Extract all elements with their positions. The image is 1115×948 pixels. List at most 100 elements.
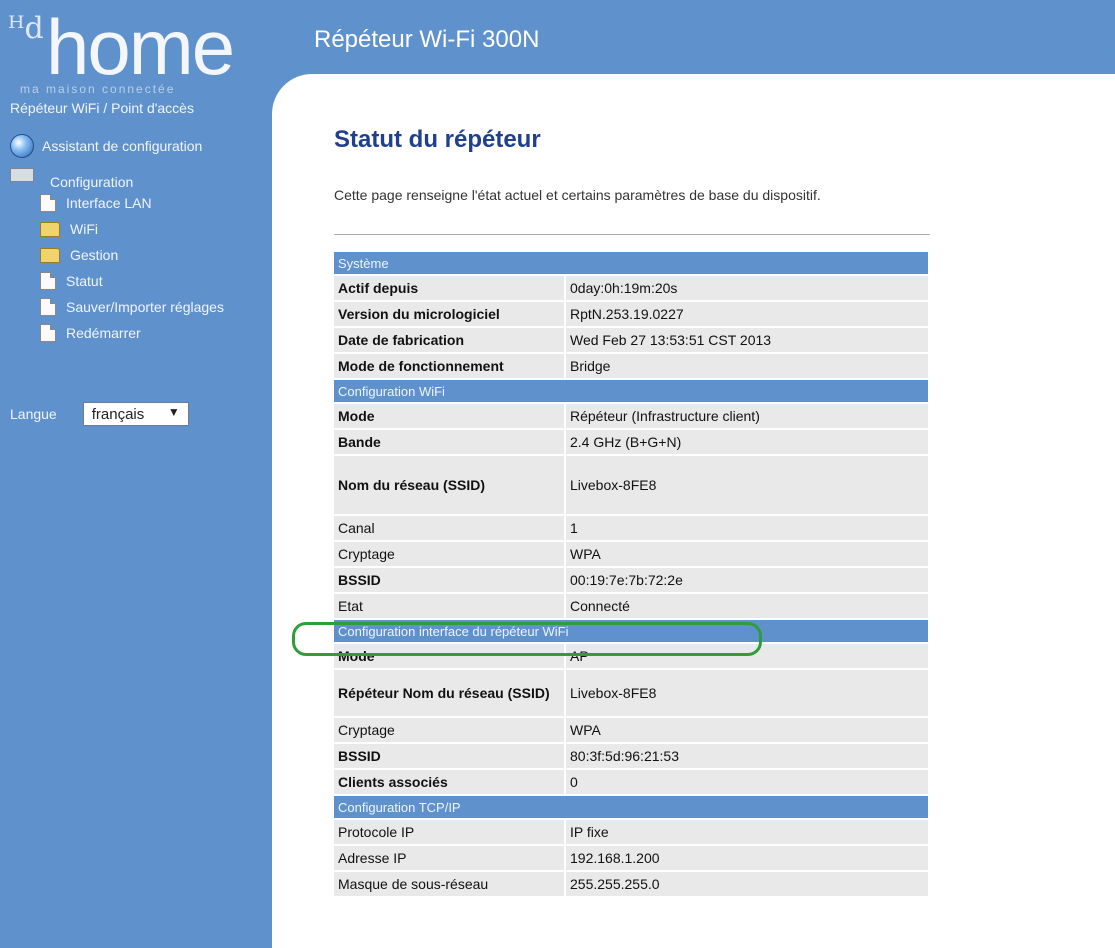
row-label: BSSID — [334, 743, 565, 770]
language-select[interactable]: français ▼ — [82, 402, 189, 426]
status-table: Système Actif depuis 0day:0h:19m:20s Ver… — [334, 252, 928, 898]
section-header-system: Système — [334, 252, 928, 276]
row-label: Cryptage — [334, 717, 565, 744]
nav-wizard[interactable]: Assistant de configuration — [10, 134, 202, 158]
globe-icon — [10, 134, 34, 158]
language-label: Langue — [10, 406, 57, 422]
row-value: 00:19:7e:7b:72:2e — [564, 567, 928, 594]
row-value: 255.255.255.0 — [564, 871, 928, 898]
table-row: Répéteur Nom du réseau (SSID) Livebox-8F… — [334, 669, 928, 718]
row-label: Version du micrologiciel — [334, 301, 565, 328]
table-row: Protocole IP IP fixe — [334, 819, 928, 846]
row-value: Livebox-8FE8 — [564, 669, 928, 718]
sidebar-item-label: Statut — [66, 273, 103, 289]
logo-text: home — [46, 3, 235, 91]
open-folder-icon — [10, 168, 34, 183]
table-row: Version du micrologiciel RptN.253.19.022… — [334, 301, 928, 328]
row-value: 80:3f:5d:96:21:53 — [564, 743, 928, 770]
sidebar-item-label: Sauver/Importer réglages — [66, 299, 224, 315]
logo-prefix: ᴴd — [8, 11, 44, 46]
section-title: Configuration WiFi — [334, 379, 928, 404]
table-row: Nom du réseau (SSID) Livebox-8FE8 — [334, 455, 928, 516]
row-label: Mode — [334, 403, 565, 430]
sidebar-item-wifi[interactable]: WiFi — [40, 216, 224, 242]
table-row: Actif depuis 0day:0h:19m:20s — [334, 275, 928, 302]
row-label: Nom du réseau (SSID) — [334, 455, 565, 516]
page-icon — [40, 272, 56, 290]
sidebar-item-label: Redémarrer — [66, 325, 141, 341]
sidebar-item-statut[interactable]: Statut — [40, 268, 224, 294]
sidebar-item-label: WiFi — [70, 221, 98, 237]
row-value: 192.168.1.200 — [564, 845, 928, 872]
sidebar-item-interface-lan[interactable]: Interface LAN — [40, 190, 224, 216]
table-row-state: Etat Connecté — [334, 593, 928, 620]
row-value: Répéteur (Infrastructure client) — [564, 403, 928, 430]
table-row: Date de fabrication Wed Feb 27 13:53:51 … — [334, 327, 928, 354]
page-icon — [40, 324, 56, 342]
table-row: Mode Répéteur (Infrastructure client) — [334, 403, 928, 430]
row-label: Mode de fonctionnement — [334, 353, 565, 380]
nav-wizard-label: Assistant de configuration — [42, 138, 203, 154]
section-title: Configuration TCP/IP — [334, 795, 928, 820]
nav-configuration[interactable]: Configuration — [10, 166, 250, 190]
section-header-tcpip: Configuration TCP/IP — [334, 795, 928, 820]
table-row: Canal 1 — [334, 515, 928, 542]
row-label: Canal — [334, 515, 565, 542]
header-corner-right — [1085, 0, 1115, 74]
row-value: 0 — [564, 769, 928, 796]
table-row: Bande 2.4 GHz (B+G+N) — [334, 429, 928, 456]
sidebar-item-redemarrer[interactable]: Redémarrer — [40, 320, 224, 346]
sidebar-item-gestion[interactable]: Gestion — [40, 242, 224, 268]
row-label: Bande — [334, 429, 565, 456]
table-row: Clients associés 0 — [334, 769, 928, 796]
header-corner — [272, 74, 312, 114]
row-label: Clients associés — [334, 769, 565, 796]
folder-icon — [40, 247, 60, 263]
row-value: Wed Feb 27 13:53:51 CST 2013 — [564, 327, 928, 354]
row-value: WPA — [564, 717, 928, 744]
row-label: Masque de sous-réseau — [334, 871, 565, 898]
config-tree: Interface LAN WiFi Gestion Statut Sauver… — [40, 190, 224, 346]
row-value: 2.4 GHz (B+G+N) — [564, 429, 928, 456]
language-value: français — [91, 405, 145, 423]
divider — [334, 234, 930, 235]
sidebar-item-label: Interface LAN — [66, 195, 152, 211]
row-label: Cryptage — [334, 541, 565, 568]
sidebar-item-sauver-importer[interactable]: Sauver/Importer réglages — [40, 294, 224, 320]
row-label: Protocole IP — [334, 819, 565, 846]
table-row: Masque de sous-réseau 255.255.255.0 — [334, 871, 928, 898]
row-label: Etat — [334, 593, 565, 620]
row-value: WPA — [564, 541, 928, 568]
row-value: Bridge — [564, 353, 928, 380]
row-label: Date de fabrication — [334, 327, 565, 354]
language-selector: Langue français ▼ — [10, 402, 189, 426]
row-label: BSSID — [334, 567, 565, 594]
folder-icon — [40, 221, 60, 237]
table-row: Cryptage WPA — [334, 541, 928, 568]
row-value: Livebox-8FE8 — [564, 455, 928, 516]
section-header-wifi: Configuration WiFi — [334, 379, 928, 404]
sidebar: ᴴd home ma maison connectée Répéteur WiF… — [0, 0, 272, 948]
row-value: IP fixe — [564, 819, 928, 846]
row-label: Adresse IP — [334, 845, 565, 872]
sidebar-item-label: Gestion — [70, 247, 119, 263]
table-row: Adresse IP 192.168.1.200 — [334, 845, 928, 872]
chevron-down-icon: ▼ — [167, 405, 180, 419]
row-value: RptN.253.19.0227 — [564, 301, 928, 328]
header-title: Répéteur Wi-Fi 300N — [314, 26, 540, 53]
table-row: BSSID 00:19:7e:7b:72:2e — [334, 567, 928, 594]
table-row: Cryptage WPA — [334, 717, 928, 744]
row-value: 1 — [564, 515, 928, 542]
page-intro: Cette page renseigne l'état actuel et ce… — [334, 187, 821, 203]
row-value: Connecté — [564, 593, 928, 620]
logo-tagline: ma maison connectée — [20, 82, 176, 96]
page-icon — [40, 298, 56, 316]
row-label: Répéteur Nom du réseau (SSID) — [334, 669, 565, 718]
page-icon — [40, 194, 56, 212]
nav-configuration-label: Configuration — [50, 174, 134, 190]
row-value: 0day:0h:19m:20s — [564, 275, 928, 302]
header-bar: Répéteur Wi-Fi 300N — [272, 0, 1115, 74]
sidebar-subtitle: Répéteur WiFi / Point d'accès — [10, 100, 194, 116]
row-label: Actif depuis — [334, 275, 565, 302]
state-highlight-annotation — [292, 622, 762, 656]
